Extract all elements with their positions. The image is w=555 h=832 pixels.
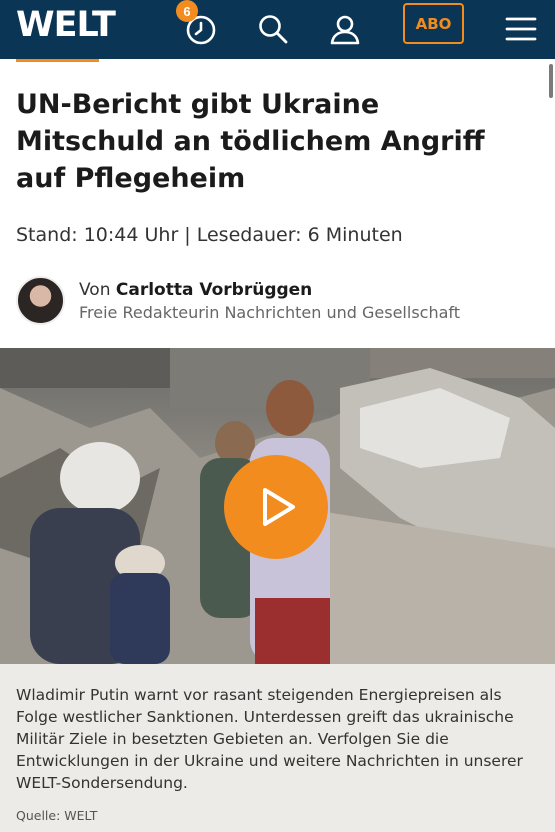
- author-prefix: Von: [79, 280, 116, 300]
- article-meta: Stand: 10:44 Uhr | Lesedauer: 6 Minuten: [16, 224, 403, 246]
- welt-logo[interactable]: WELT: [16, 5, 116, 45]
- menu-icon[interactable]: [499, 7, 543, 51]
- play-icon: [263, 488, 295, 526]
- section-accent-line: [16, 59, 99, 62]
- author-name[interactable]: Carlotta Vorbrüggen: [116, 280, 312, 300]
- scrollbar[interactable]: [549, 64, 553, 98]
- author-role: Freie Redakteurin Nachrichten und Gesell…: [79, 303, 461, 322]
- author-byline: Von Carlotta Vorbrüggen: [79, 280, 312, 300]
- video-caption: Wladimir Putin warnt vor rasant steigend…: [16, 686, 523, 792]
- search-icon[interactable]: [251, 7, 295, 51]
- abo-button[interactable]: ABO: [403, 3, 464, 44]
- top-navigation-bar: WELT 6 ABO: [0, 0, 555, 59]
- play-button[interactable]: [224, 455, 328, 559]
- article-headline: UN-Bericht gibt Ukraine Mitschuld an töd…: [16, 89, 485, 194]
- author-avatar[interactable]: [16, 276, 65, 325]
- video-player[interactable]: [0, 348, 555, 664]
- user-icon[interactable]: [323, 7, 367, 51]
- video-source: Quelle: WELT: [16, 808, 98, 823]
- notification-badge: 6: [176, 0, 198, 22]
